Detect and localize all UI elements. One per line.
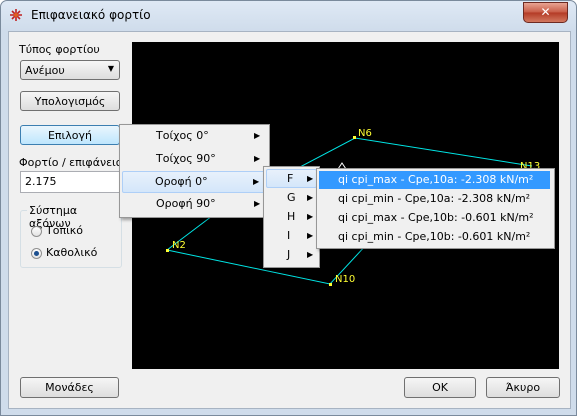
load-surface-label: Φορτίο / επιφάνεια (19, 156, 124, 169)
load-surface-input[interactable]: 2.175 (20, 171, 120, 193)
node-label-n10: N10 (335, 274, 355, 285)
menu-item-zone-i[interactable]: I ▶ (266, 226, 317, 245)
chevron-down-icon: ▼ (107, 64, 114, 73)
node-n6[interactable] (353, 136, 356, 139)
menu-item-cpi-max-10a[interactable]: qi cpi_max - Cpe,10a: -2.308 kN/m² (319, 171, 550, 189)
select-button[interactable]: Επιλογή (20, 125, 120, 145)
submenu-arrow-icon: ▶ (253, 177, 260, 186)
submenu-arrow-icon: ▶ (307, 250, 314, 259)
menu-item-cpi-min-10b[interactable]: qi cpi_min - Cpe,10b: -0.601 kN/m² (319, 227, 550, 246)
context-menu-surfaces: Τοίχος 0° ▶ Τοίχος 90° ▶ Οροφή 0° ▶ Οροφ… (119, 124, 270, 218)
radio-local[interactable] (31, 226, 42, 237)
menu-item-label: qi cpi_max - Cpe,10b: -0.601 kN/m² (338, 211, 534, 224)
submenu-arrow-icon: ▶ (307, 231, 314, 240)
title-bar: Επιφανειακό φορτίο ✕ (1, 1, 576, 31)
window-title: Επιφανειακό φορτίο (31, 8, 151, 22)
menu-item-zone-f[interactable]: F ▶ (266, 169, 317, 188)
app-icon (10, 9, 22, 21)
submenu-arrow-icon: ▶ (307, 193, 314, 202)
submenu-arrow-icon: ▶ (254, 154, 261, 163)
menu-item-zone-g[interactable]: G ▶ (266, 188, 317, 207)
menu-item-roof-0[interactable]: Οροφή 0° ▶ (122, 171, 266, 193)
menu-item-label: Οροφή 90° (156, 197, 216, 210)
cancel-button[interactable]: Άκυρο (486, 377, 560, 398)
menu-item-label: G (287, 191, 296, 204)
menu-item-label: J (287, 248, 291, 261)
menu-item-roof-90[interactable]: Οροφή 90° ▶ (122, 193, 266, 215)
units-button[interactable]: Μονάδες (20, 377, 119, 398)
axes-system-group: Σύστημα αξόνων Τοπικό Καθολικό (20, 204, 122, 268)
context-menu-zones: F ▶ G ▶ H ▶ I ▶ J ▶ (263, 166, 320, 268)
menu-item-label: F (287, 172, 294, 185)
radio-global-label: Καθολικό (46, 246, 98, 259)
menu-item-label: Τοίχος 90° (156, 152, 216, 165)
dialog-window: Επιφανειακό φορτίο ✕ Τύπος φορτίου Ανέμο… (0, 0, 577, 416)
menu-item-label: qi cpi_max - Cpe,10a: -2.308 kN/m² (338, 173, 534, 186)
submenu-arrow-icon: ▶ (254, 199, 261, 208)
radio-local-label: Τοπικό (46, 224, 84, 237)
menu-item-wall-90[interactable]: Τοίχος 90° ▶ (122, 148, 266, 170)
menu-item-label: H (287, 210, 296, 223)
calculate-button[interactable]: Υπολογισμός (20, 91, 120, 111)
radio-selected-dot (34, 251, 39, 256)
context-menu-pressure-values: qi cpi_max - Cpe,10a: -2.308 kN/m² qi cp… (316, 168, 555, 249)
menu-item-cpi-max-10b[interactable]: qi cpi_max - Cpe,10b: -0.601 kN/m² (319, 208, 550, 227)
menu-item-label: qi cpi_min - Cpe,10b: -0.601 kN/m² (338, 230, 531, 243)
load-type-value: Ανέμου (25, 64, 65, 77)
node-label-n6: N6 (358, 128, 372, 139)
submenu-arrow-icon: ▶ (307, 174, 314, 183)
node-n2[interactable] (166, 249, 169, 252)
load-type-label: Τύπος φορτίου (19, 43, 100, 56)
close-button[interactable]: ✕ (523, 2, 568, 23)
submenu-arrow-icon: ▶ (307, 212, 314, 221)
menu-item-label: qi cpi_min - Cpe,10a: -2.308 kN/m² (338, 192, 531, 205)
load-type-dropdown[interactable]: Ανέμου ▼ (20, 60, 120, 80)
ok-button[interactable]: OK (404, 377, 476, 398)
menu-item-label: Οροφή 0° (155, 175, 208, 188)
menu-item-wall-0[interactable]: Τοίχος 0° ▶ (122, 125, 266, 147)
menu-item-zone-j[interactable]: J ▶ (266, 245, 317, 264)
menu-item-zone-h[interactable]: H ▶ (266, 207, 317, 226)
submenu-arrow-icon: ▶ (254, 131, 261, 140)
menu-item-cpi-min-10a[interactable]: qi cpi_min - Cpe,10a: -2.308 kN/m² (319, 189, 550, 208)
node-label-n2: N2 (172, 240, 186, 251)
node-n10[interactable] (329, 283, 332, 286)
menu-item-label: Τοίχος 0° (156, 129, 209, 142)
menu-item-label: I (287, 229, 291, 242)
radio-global[interactable] (31, 248, 42, 259)
